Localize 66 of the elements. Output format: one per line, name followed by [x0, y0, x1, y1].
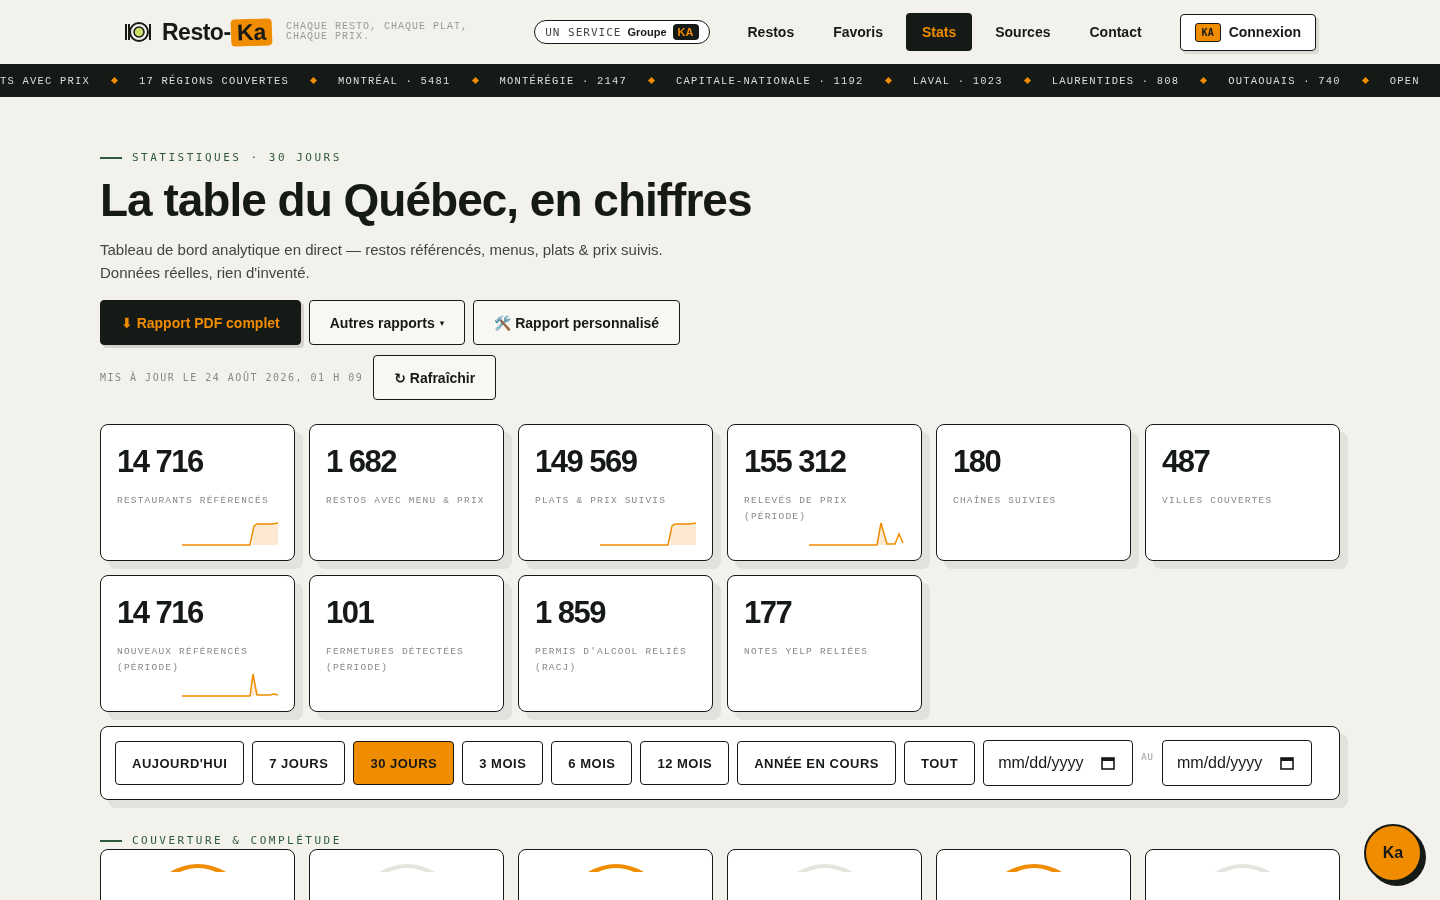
calendar-icon[interactable]: [1101, 756, 1116, 770]
service-badge[interactable]: UN SERVICE Groupe KA: [534, 20, 710, 44]
section-eyebrow: STATISTIQUES · 30 JOURS: [132, 151, 342, 164]
stat-label: RESTAURANTS RÉFÉRENCÉS: [117, 494, 269, 508]
stat-value: 487: [1162, 445, 1211, 479]
nav-link[interactable]: Stats: [906, 13, 973, 51]
refresh-button[interactable]: ↻ Rafraîchir: [373, 355, 497, 400]
stat-value: 1 682: [326, 445, 398, 479]
stat-label: PERMIS D'ALCOOL RELIÉS (RACJ): [535, 645, 688, 675]
stat-value: 101: [326, 596, 375, 630]
period-button[interactable]: TOUT: [904, 741, 976, 785]
logo-badge[interactable]: Ka: [230, 17, 273, 47]
plate-icon: [124, 21, 152, 43]
nav-link[interactable]: Favoris: [817, 13, 899, 51]
stat-label: FERMETURES DÉTECTÉES (PÉRIODE): [326, 645, 466, 675]
ticker-item: OPEN: [1389, 74, 1420, 87]
logo-text[interactable]: Resto-: [162, 18, 231, 46]
stat-value: 14 716: [117, 596, 204, 630]
period-button[interactable]: 30 JOURS: [353, 741, 455, 785]
ticker-item: TS AVEC PRIX: [0, 74, 90, 87]
page-description: Tableau de bord analytique en direct — restos référencés, menus, plats & prix suivis. Données réelles, rien d'inventé.: [100, 240, 664, 283]
page-title: La table du Québec, en chiffres: [100, 174, 753, 226]
assistant-button[interactable]: Ka: [1364, 824, 1422, 882]
login-button[interactable]: KA Connexion: [1179, 13, 1316, 51]
service-prefix: UN SERVICE: [545, 25, 622, 39]
period-button[interactable]: 3 MOIS: [462, 741, 544, 785]
range-separator: AU: [1141, 752, 1154, 762]
ticker-item: MONTRÉAL · 5481: [338, 74, 451, 87]
stat-value: 180: [953, 445, 1002, 479]
ticker-item: OUTAOUAIS · 740: [1228, 74, 1341, 87]
service-name: Groupe: [627, 26, 667, 38]
end-date-field[interactable]: mm/dd/yyyy: [1162, 740, 1312, 786]
stat-value: 1 859: [535, 596, 607, 630]
ticker-item: LAVAL · 1023: [912, 74, 1003, 87]
stat-label: PLATS & PRIX SUIVIS: [535, 494, 667, 508]
period-button[interactable]: 12 MOIS: [640, 741, 730, 785]
pdf-report-button[interactable]: ⬇ Rapport PDF complet: [100, 300, 301, 345]
start-date-field[interactable]: mm/dd/yyyy: [983, 740, 1134, 786]
period-button[interactable]: ANNÉE EN COURS: [737, 741, 896, 785]
nav-link[interactable]: Restos: [731, 13, 811, 51]
tagline: CHAQUE RESTO, CHAQUE PLAT, CHAQUE PRIX.: [285, 22, 469, 42]
section-eyebrow: COUVERTURE & COMPLÉTUDE: [132, 834, 342, 847]
stat-label: NOTES YELP RELIÉES: [744, 645, 869, 659]
stat-value: 177: [744, 596, 793, 630]
nav-link[interactable]: Contact: [1073, 13, 1158, 51]
stat-label: CHAÎNES SUIVIES: [953, 494, 1057, 508]
updated-timestamp: MIS À JOUR LE 24 AOÛT 2026, 01 H 09: [100, 372, 364, 383]
ticker-item: 17 RÉGIONS COUVERTES: [139, 74, 290, 87]
stat-label: RESTOS AVEC MENU & PRIX: [326, 494, 485, 508]
stat-value: 149 569: [535, 445, 638, 479]
stat-value: 155 312: [744, 445, 847, 479]
stat-label: NOUVEAUX RÉFÉRENCÉS (PÉRIODE): [117, 645, 250, 675]
stat-label: RELEVÉS DE PRIX (PÉRIODE): [744, 494, 849, 524]
period-button[interactable]: 6 MOIS: [551, 741, 633, 785]
custom-report-button[interactable]: 🛠 Rapport personnalisé: [473, 300, 681, 345]
stat-label: VILLES COUVERTES: [1162, 494, 1273, 508]
reports-dropdown[interactable]: Autres rapports ▾: [308, 300, 466, 345]
period-button[interactable]: 7 JOURS: [252, 741, 346, 785]
period-button[interactable]: AUJOURD'HUI: [115, 741, 245, 785]
stat-value: 14 716: [117, 445, 204, 479]
ticker-item: LAURENTIDES · 808: [1051, 74, 1180, 87]
nav-link[interactable]: Sources: [979, 13, 1067, 51]
group-logo: KA: [672, 24, 699, 40]
ticker-item: CAPITALE-NATIONALE · 1192: [676, 74, 864, 87]
calendar-icon[interactable]: [1280, 756, 1294, 770]
ticker-item: MONTÉRÉGIE · 2147: [499, 74, 628, 87]
